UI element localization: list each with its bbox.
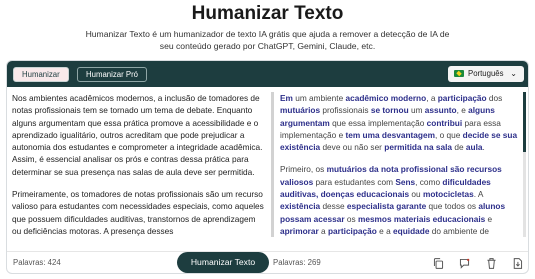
input-word-count: Palavras: 424 <box>13 258 61 267</box>
text-segment: profissionais <box>320 105 371 116</box>
text-segment: , o que <box>434 129 463 140</box>
rewritten-phrase: mesmos materiais educacionais <box>357 213 486 224</box>
text-segment: dos <box>486 93 503 103</box>
rewritten-phrase: especialista garante <box>346 201 427 212</box>
rewritten-phrase: assunto <box>424 105 457 116</box>
text-segment: . <box>482 142 485 153</box>
page-title: Humanizar Texto <box>191 3 344 24</box>
tab-humanizar-pro[interactable]: Humanizar Pró <box>77 67 147 82</box>
rewritten-phrase: motocicletas <box>422 189 474 200</box>
trash-icon[interactable] <box>485 257 498 270</box>
language-select[interactable]: Português ⌄ <box>448 66 524 82</box>
rewritten-phrase: Sens <box>395 176 416 187</box>
text-segment: os <box>344 213 358 224</box>
humanizer-panel: Humanizar Humanizar Pró Português ⌄ Nos … <box>6 60 529 274</box>
brazil-flag-icon <box>454 70 464 77</box>
rewritten-phrase: aprimorar <box>280 225 319 236</box>
text-segment: que todos os <box>426 201 479 212</box>
copy-icon[interactable] <box>432 257 445 270</box>
rewritten-phrase: participação <box>437 93 487 103</box>
page-subtitle: Humanizar Texto é um humanizador de text… <box>85 29 450 51</box>
text-segment: um <box>408 105 425 116</box>
page-header: Humanizar Texto Humanizar Texto é um hum… <box>0 0 535 52</box>
input-paragraph: Nos ambientes acadêmicos modernos, a inc… <box>12 93 263 177</box>
output-text: Em um ambiente acadêmico moderno, a part… <box>280 92 522 237</box>
text-segment: que essa implementação <box>329 117 427 128</box>
rewritten-phrase: mutuários <box>280 105 321 116</box>
rewritten-phrase: aula <box>465 142 483 153</box>
output-paragraph: Primeiro, os mutuários da nota profissio… <box>280 163 522 237</box>
text-segment: ou <box>409 189 423 200</box>
download-icon[interactable] <box>511 257 524 270</box>
rewritten-phrase: permitida na sala <box>384 142 453 153</box>
input-paragraph: Primeiramente, os tomadores de notas pro… <box>12 189 264 236</box>
rewritten-phrase: equidade <box>393 225 430 236</box>
text-segment: para estudantes com <box>313 176 396 187</box>
text-segment: e <box>485 213 493 224</box>
text-segment: , e <box>456 105 469 116</box>
panel-divider[interactable] <box>271 92 274 237</box>
panel-footer: Palavras: 424 Humanizar Texto Palavras: … <box>7 251 528 273</box>
output-paragraph: Em um ambiente acadêmico moderno, a part… <box>280 92 522 153</box>
rewritten-phrase: existência <box>280 201 321 212</box>
text-segment: do ambiente de <box>429 225 489 236</box>
rewritten-phrase: se tornou <box>370 105 409 116</box>
text-segment: deve ou não ser <box>320 142 385 153</box>
text-segment: e a <box>376 225 394 236</box>
comment-icon[interactable] <box>458 257 471 270</box>
language-label: Português <box>468 69 504 78</box>
humanize-button[interactable]: Humanizar Texto <box>177 252 269 273</box>
tab-humanizar[interactable]: Humanizar <box>13 67 69 82</box>
rewritten-phrase: tem uma desvantagem <box>345 129 435 140</box>
rewritten-phrase: Em <box>280 93 293 103</box>
toolbar: Humanizar Humanizar Pró Português ⌄ <box>7 61 528 87</box>
output-word-count: Palavras: 269 <box>273 258 321 267</box>
text-segment: Primeiro, os <box>280 164 327 175</box>
output-scrollbar-thumb[interactable] <box>523 92 526 152</box>
text-segment: a <box>318 225 328 236</box>
text-segment: , a <box>426 93 438 103</box>
text-segment: de <box>452 142 466 153</box>
rewritten-phrase: acadêmico moderno <box>345 93 427 103</box>
input-textarea[interactable]: Nos ambientes acadêmicos modernos, a inc… <box>12 92 266 237</box>
text-segment: , como <box>415 176 443 187</box>
rewritten-phrase: contribui <box>426 117 463 128</box>
text-segment: . A <box>473 189 483 200</box>
text-segment: um ambiente <box>292 93 346 103</box>
chevron-down-icon: ⌄ <box>510 69 517 78</box>
rewritten-phrase: participação <box>327 225 377 236</box>
text-segment: desse <box>320 201 347 212</box>
output-actions <box>423 255 524 271</box>
